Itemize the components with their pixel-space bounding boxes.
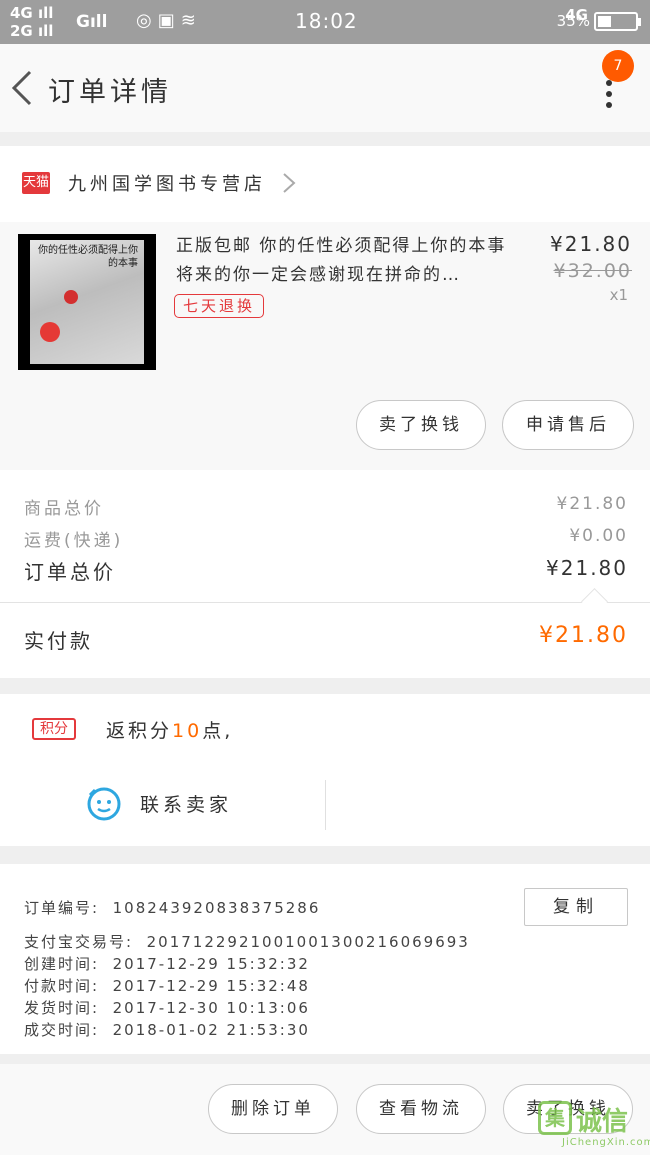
- status-bar: 4G ıll 2G ıll Gıll ◎▣≋ 18:02 4G 35%: [0, 0, 650, 44]
- watermark-mark: 集: [538, 1101, 572, 1135]
- signal-indicator: 4G ıll 2G ıll: [10, 4, 54, 40]
- delete-order-button[interactable]: 删除订单: [208, 1084, 338, 1134]
- notification-icons: ◎▣≋: [136, 10, 202, 31]
- price-summary: 商品总价 ¥21.80 运费(快递) ¥0.00 订单总价 ¥21.80: [0, 470, 650, 602]
- created-time: 创建时间: 2017-12-29 15:32:32: [24, 955, 310, 973]
- book-cover-figure: [64, 290, 78, 304]
- resell-button[interactable]: 卖了换钱: [356, 400, 486, 450]
- shipped-time: 发货时间: 2017-12-30 10:13:06: [24, 999, 310, 1017]
- clock: 18:02: [295, 9, 358, 33]
- back-arrow-icon[interactable]: [10, 70, 34, 106]
- points-tag: 积分: [32, 718, 76, 740]
- goods-total-value: ¥21.80: [556, 494, 628, 514]
- watermark-logo: 集 诚信 JiChengXin.com: [532, 1099, 650, 1149]
- view-logistics-button[interactable]: 查看物流: [356, 1084, 486, 1134]
- watermark-text: 诚信: [576, 1107, 629, 1137]
- battery-percent: 35%: [556, 12, 590, 30]
- after-sale-button[interactable]: 申请售后: [502, 400, 634, 450]
- signal-g-indicator: Gıll: [76, 12, 108, 32]
- copy-button[interactable]: 复制: [524, 888, 628, 926]
- product-price: ¥21.80: [550, 232, 632, 256]
- product-title[interactable]: 正版包邮 你的任性必须配得上你的本事 将来的你一定会感谢现在拼命的…: [176, 232, 532, 290]
- paid-value: ¥21.80: [539, 623, 628, 648]
- paid-time: 付款时间: 2017-12-29 15:32:48: [24, 977, 310, 995]
- original-price: ¥32.00: [553, 260, 632, 282]
- page-title: 订单详情: [48, 77, 172, 108]
- order-total-value: ¥21.80: [546, 556, 628, 580]
- product-quantity: x1: [609, 286, 628, 304]
- paid-row: 实付款 ¥21.80: [0, 602, 650, 678]
- product-image[interactable]: 你的任性必须配得上你的本事: [18, 234, 156, 370]
- store-row[interactable]: 天猫 九州国学图书专营店: [0, 146, 650, 222]
- closed-time: 成交时间: 2018-01-02 21:53:30: [24, 1021, 310, 1039]
- points-section: 积分 返积分10点, 联系卖家: [0, 694, 650, 846]
- shipping-value: ¥0.00: [569, 526, 628, 546]
- shipping-label: 运费(快递): [24, 531, 124, 551]
- battery-icon: [594, 12, 641, 31]
- book-cover-sticker: [40, 322, 60, 342]
- chat-icon: [87, 787, 121, 821]
- order-number: 订单编号: 1082439208383752​86: [24, 899, 321, 917]
- nav-bar: 订单详情 7: [0, 44, 650, 132]
- order-total-label: 订单总价: [24, 560, 116, 584]
- order-info: 订单编号: 1082439208383752​86 复制 支付宝交易号: 201…: [0, 864, 650, 1054]
- goods-total-label: 商品总价: [24, 499, 104, 519]
- book-cover: 你的任性必须配得上你的本事: [30, 240, 144, 364]
- watermark-url: JiChengXin.com: [562, 1137, 650, 1148]
- product-item[interactable]: 你的任性必须配得上你的本事 正版包邮 你的任性必须配得上你的本事 将来的你一定会…: [0, 222, 650, 470]
- notification-badge[interactable]: 7: [602, 50, 634, 82]
- points-text: 返积分10点,: [106, 720, 234, 742]
- alipay-trade-number: 支付宝交易号: 2017122921001001300216069693: [24, 933, 470, 951]
- book-cover-title: 你的任性必须配得上你的本事: [38, 245, 138, 269]
- chevron-right-icon: [283, 173, 296, 193]
- store-name: 九州国学图书专营店: [68, 174, 266, 195]
- more-menu-icon[interactable]: [606, 80, 614, 110]
- contact-seller-button[interactable]: 联系卖家: [0, 774, 325, 832]
- contact-seller-label: 联系卖家: [140, 794, 233, 816]
- return-policy-tag: 七天退换: [174, 294, 265, 318]
- divider: [325, 780, 326, 830]
- tmall-logo: 天猫: [22, 172, 50, 194]
- paid-label: 实付款: [24, 629, 93, 653]
